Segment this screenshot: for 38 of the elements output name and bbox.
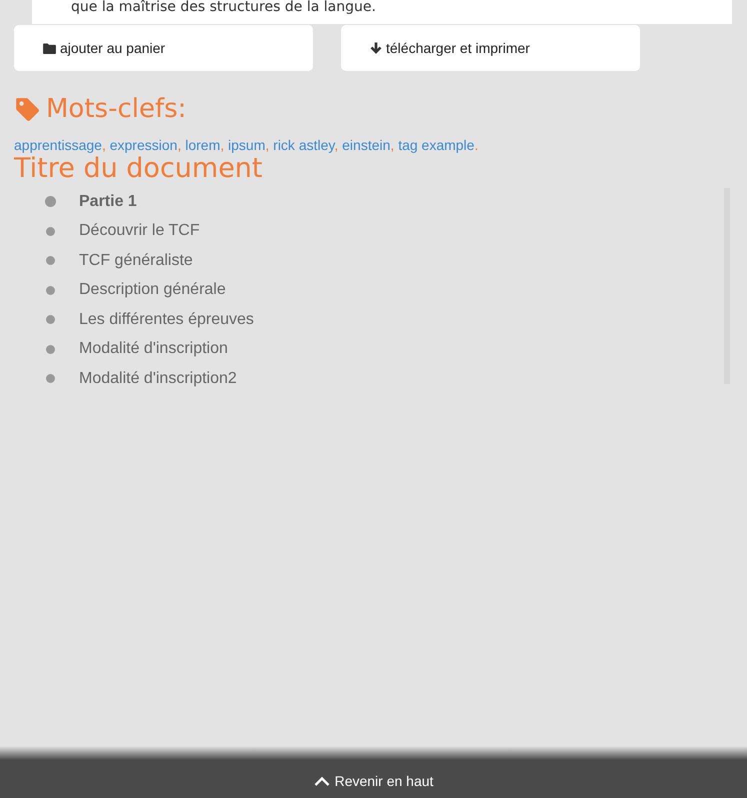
paragraph: que la maîtrise des structures de la langue. xyxy=(70,0,376,16)
tag-link[interactable]: rick astley xyxy=(273,137,334,153)
bullet-icon xyxy=(46,226,55,236)
toc-link[interactable]: TCF généraliste xyxy=(79,252,193,270)
arrow-down-icon xyxy=(370,42,382,54)
tag-separator: , xyxy=(390,137,394,153)
tag-separator: . xyxy=(474,137,478,153)
download-button[interactable]: télécharger et imprimer xyxy=(341,25,640,71)
tag-icon xyxy=(14,96,40,122)
tag-separator: , xyxy=(177,137,182,153)
tag-separator: , xyxy=(102,137,106,153)
toc-link[interactable]: Modalité d'inscription xyxy=(79,340,228,358)
bullet-icon xyxy=(46,286,55,295)
bullet-icon xyxy=(45,196,56,208)
tag-link[interactable]: apprentissage xyxy=(14,137,102,153)
add-to-cart-button[interactable]: ajouter au panier xyxy=(14,25,313,71)
toc-link[interactable]: Les différentes épreuves xyxy=(79,310,254,329)
tag-separator: , xyxy=(334,137,338,153)
keywords-heading: Mots-clefs: xyxy=(46,93,186,125)
tag-link[interactable]: einstein xyxy=(342,137,390,153)
tag-link[interactable]: ipsum xyxy=(228,137,266,153)
tag-link[interactable]: expression xyxy=(110,137,178,153)
back-to-top-link[interactable]: Revenir en haut xyxy=(314,773,434,789)
bullet-icon xyxy=(46,374,55,384)
tag-separator: , xyxy=(220,137,224,153)
tag-link[interactable]: tag example xyxy=(398,137,474,153)
toc-link[interactable]: Modalité d'inscription2 xyxy=(79,370,237,388)
document-title: Titre du document xyxy=(14,153,264,185)
tag-link[interactable]: lorem xyxy=(185,137,220,153)
toc-link[interactable]: Description générale xyxy=(79,281,226,300)
bullet-icon xyxy=(46,256,55,266)
folder-icon xyxy=(43,42,56,54)
chevron-up-icon xyxy=(314,776,330,786)
tag-separator: , xyxy=(265,137,270,153)
toc-link[interactable]: Découvrir le TCF xyxy=(79,222,200,240)
section-heading[interactable]: Partie 1 xyxy=(79,192,137,211)
bullet-icon xyxy=(46,344,55,354)
bullet-icon xyxy=(46,315,55,324)
